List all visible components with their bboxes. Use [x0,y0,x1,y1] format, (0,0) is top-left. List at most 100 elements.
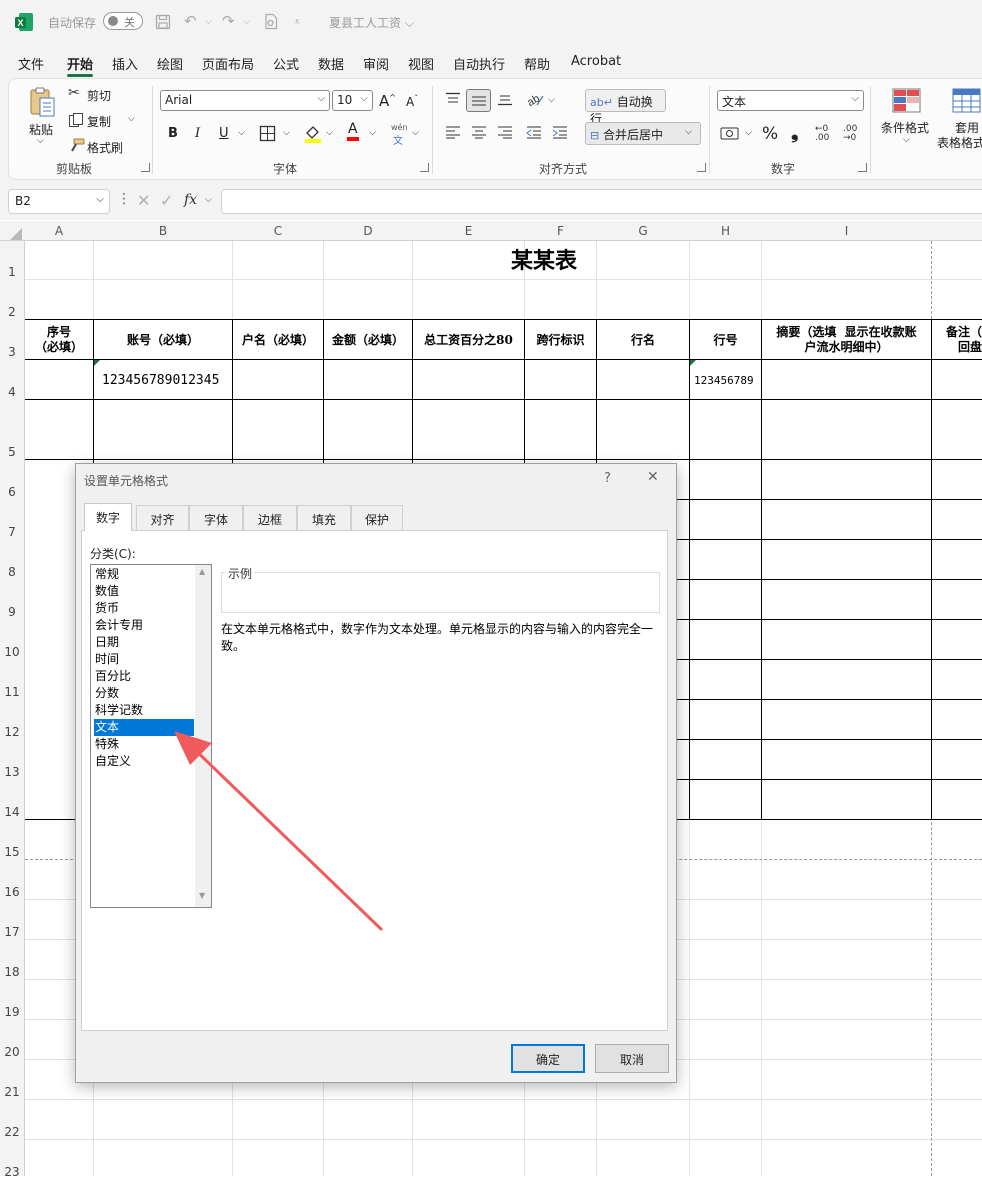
cancel-icon[interactable]: ✕ [137,191,150,210]
column-header-i[interactable]: I [762,224,931,238]
conditional-formatting-button[interactable]: 条件格式 [881,119,929,136]
list-item[interactable]: 日期 [94,634,194,651]
increase-decimal-button[interactable]: ←0 .00 [815,125,837,143]
row-header-14[interactable]: 14 [0,805,24,819]
paste-dropdown-icon[interactable]: ⌵ [37,136,44,146]
number-launcher-icon[interactable] [858,163,867,172]
fill-color-icon[interactable] [304,124,322,143]
font-name-combo[interactable]: Arial ⌵ [160,90,330,111]
select-all-icon[interactable] [10,228,22,240]
tab-review[interactable]: 审阅 [363,54,389,73]
underline-dropdown-icon[interactable]: ⌵ [238,128,245,138]
row-header-8[interactable]: 8 [0,565,24,579]
copy-dropdown-icon[interactable]: ⌵ [128,114,135,124]
row-header-7[interactable]: 7 [0,525,24,539]
row-header-9[interactable]: 9 [0,605,24,619]
insert-function-button[interactable]: fx [184,192,197,208]
tab-insert[interactable]: 插入 [112,54,138,73]
enter-icon[interactable]: ✓ [160,191,173,210]
tab-draw[interactable]: 绘图 [157,54,183,73]
list-item[interactable]: 会计专用 [94,617,194,634]
accounting-dropdown-icon[interactable]: ⌵ [745,128,752,138]
align-top-icon[interactable] [445,92,461,106]
font-color-dropdown-icon[interactable]: ⌵ [369,128,376,138]
row-header-23[interactable]: 23 [0,1165,24,1179]
format-as-table-icon[interactable] [952,88,982,114]
list-item[interactable]: 百分比 [94,668,194,685]
customize-qat-icon[interactable]: ⩡ [294,15,300,29]
header-cell-bank-name[interactable]: 行名 [597,333,689,348]
clipboard-launcher-icon[interactable] [141,163,150,172]
row-header-15[interactable]: 15 [0,845,24,859]
column-header-a[interactable]: A [25,224,93,238]
increase-indent-icon[interactable] [552,125,568,139]
format-as-table-label-2[interactable]: 表格格式 [937,134,982,151]
shrink-font-button[interactable]: Aˇ [406,94,418,109]
merge-center-button[interactable]: ⊟ 合并后居中 ⌵ [585,122,701,145]
row-header-3[interactable]: 3 [0,345,24,359]
formula-input[interactable] [221,189,982,214]
row-header-13[interactable]: 13 [0,765,24,779]
list-item[interactable]: 分数 [94,685,194,702]
row-header-11[interactable]: 11 [0,685,24,699]
bold-button[interactable]: B [168,126,178,141]
redo-icon[interactable]: ↷ [222,12,235,30]
fill-color-dropdown-icon[interactable]: ⌵ [326,128,333,138]
print-preview-icon[interactable] [263,13,279,30]
grow-font-button[interactable]: A^ [379,92,396,110]
row-header-17[interactable]: 17 [0,925,24,939]
tab-data[interactable]: 数据 [318,54,344,73]
tab-help[interactable]: 帮助 [524,54,550,73]
sheet-title[interactable]: 某某表 [25,248,982,274]
tab-protection[interactable]: 保护 [351,505,403,530]
align-left-icon[interactable] [445,125,461,139]
column-header-d[interactable]: D [324,224,412,238]
column-header-e[interactable]: E [413,224,524,238]
column-header-c[interactable]: C [233,224,323,238]
alignment-launcher-icon[interactable] [697,163,706,172]
accounting-format-icon[interactable] [720,126,740,141]
conditional-dropdown-icon[interactable]: ⌵ [903,135,910,145]
italic-button[interactable]: I [195,126,200,141]
header-cell-bank-code[interactable]: 行号 [690,333,761,348]
row-header-4[interactable]: 4 [0,385,24,399]
number-format-combo[interactable]: 文本 ⌵ [717,90,864,111]
phonetic-dropdown-icon[interactable]: ⌵ [412,128,419,138]
orientation-dropdown-icon[interactable]: ⌵ [548,95,555,105]
row-header-22[interactable]: 22 [0,1125,24,1139]
column-header-b[interactable]: B [94,224,232,238]
row-header-6[interactable]: 6 [0,485,24,499]
paste-icon[interactable] [28,86,56,118]
tab-font[interactable]: 字体 [189,505,243,530]
header-cell-account[interactable]: 账号（必填） [94,333,232,348]
font-color-button[interactable]: A [347,122,359,141]
tab-file[interactable]: 文件 [18,54,44,73]
percent-button[interactable]: % [762,124,778,144]
close-button[interactable]: ✕ [647,469,659,485]
align-middle-button[interactable] [466,89,491,112]
format-painter-button[interactable]: 格式刷 [87,139,123,156]
tab-number[interactable]: 数字 [84,503,132,531]
font-launcher-icon[interactable] [420,163,429,172]
header-cell-salary-80[interactable]: 总工资百分之80 [413,333,524,348]
comma-button[interactable]: ❟ [791,121,798,143]
decrease-decimal-button[interactable]: .00 →0 [843,125,865,143]
row-header-12[interactable]: 12 [0,725,24,739]
header-cell-index[interactable]: 序号 （必填） [25,325,93,355]
autosave-toggle[interactable]: 关 [103,12,143,30]
align-right-icon[interactable] [497,125,513,139]
undo-dropdown-icon[interactable]: ⌵ [205,17,212,27]
list-item[interactable]: 科学记数 [94,702,194,719]
borders-icon[interactable] [259,125,276,142]
align-bottom-icon[interactable] [497,92,513,106]
ok-button[interactable]: 确定 [511,1044,585,1073]
tab-automate[interactable]: 自动执行 [453,54,505,73]
tab-home[interactable]: 开始 [67,54,94,77]
tab-view[interactable]: 视图 [408,54,434,73]
conditional-formatting-icon[interactable] [892,88,922,114]
font-size-combo[interactable]: 10 ⌵ [332,90,373,111]
row-header-5[interactable]: 5 [0,445,24,459]
row-header-10[interactable]: 10 [0,645,24,659]
decrease-indent-icon[interactable] [526,125,542,139]
phonetic-pinyin[interactable]: wén [391,123,408,132]
